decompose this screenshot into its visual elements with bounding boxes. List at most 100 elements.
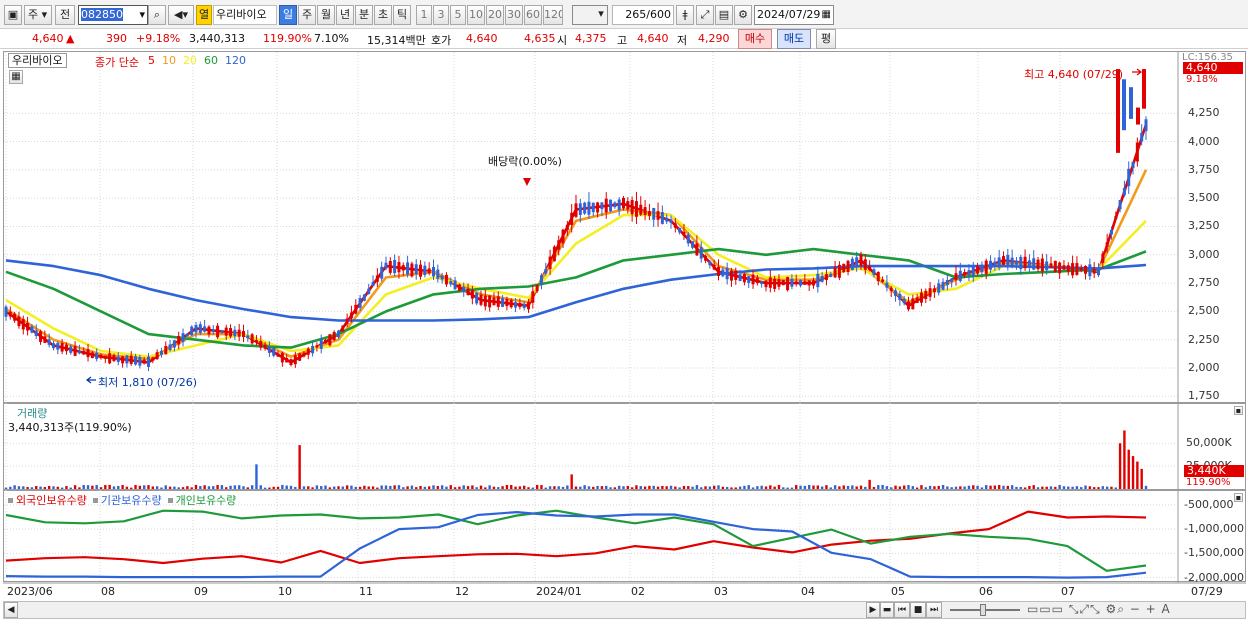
stock-name-tag[interactable]: 열	[196, 5, 212, 25]
period-button[interactable]: 초	[374, 5, 392, 25]
holdings-y-tick: -1,000,000	[1184, 522, 1244, 536]
draw-tool-icon[interactable]: ⤢	[696, 5, 714, 25]
code-value: 082850	[81, 8, 123, 21]
bid-value: 4,635	[524, 32, 556, 45]
x-tick-label: 03	[714, 585, 728, 598]
chevron-down-icon[interactable]: ▾	[139, 6, 145, 24]
x-tick-label: 07/29	[1191, 585, 1223, 598]
interval-button[interactable]: 120	[543, 5, 563, 25]
price-tag: 4,640	[1183, 62, 1243, 74]
pane-close-icon[interactable]: ▪	[1234, 493, 1243, 502]
turnover-value: 7.10%	[314, 32, 349, 45]
interval-button[interactable]: 60	[524, 5, 542, 25]
x-tick-label: 02	[631, 585, 645, 598]
x-tick-label: 12	[455, 585, 469, 598]
x-tick-label: 07	[1061, 585, 1075, 598]
last-page-icon[interactable]: ⏭	[926, 602, 942, 618]
price-pane-title[interactable]: 우리바이오	[8, 53, 67, 68]
holdings-y-tick: -1,500,000	[1184, 546, 1244, 560]
change-pct: +9.18%	[136, 32, 181, 45]
drawing-tools-icon[interactable]: ▭▭▭ ⤡⤢⤡ ⚙⌕ − + A	[1027, 602, 1171, 617]
ask-value: 4,640	[466, 32, 498, 45]
scroll-right-icon[interactable]: ▶	[866, 602, 880, 618]
ma-legend-item[interactable]: 5	[148, 54, 155, 67]
holdings-legend-item[interactable]: 개인보유수량	[176, 494, 237, 507]
ma-legend-item[interactable]: 60	[204, 54, 218, 67]
count-value: 265	[625, 8, 647, 21]
zoom-slider-thumb[interactable]	[980, 604, 986, 616]
save-icon[interactable]: ▤	[715, 5, 733, 25]
period-button[interactable]: 틱	[393, 5, 411, 25]
holdings-legend-item[interactable]: 외국인보유수량	[16, 494, 87, 507]
gear-icon[interactable]: ⚙	[734, 5, 752, 25]
market-select[interactable]: 주 ▾	[24, 5, 52, 25]
ma-legend-item[interactable]: 120	[225, 54, 246, 67]
volume-tag: 3,440K	[1184, 465, 1244, 477]
period-button[interactable]: 월	[317, 5, 335, 25]
volume-ratio-tag: 119.90%	[1186, 477, 1231, 488]
interval-button[interactable]: 10	[467, 5, 485, 25]
y-tick-label: 3,000	[1188, 247, 1220, 261]
pct-tag: 9.18%	[1186, 74, 1218, 85]
price-value: 4,640	[32, 32, 64, 45]
ma-legend-item[interactable]: 10	[162, 54, 176, 67]
stop-icon[interactable]: ■	[910, 602, 926, 618]
y-tick-label: 2,500	[1188, 304, 1220, 318]
period-button[interactable]: 년	[336, 5, 354, 25]
holdings-legend-item[interactable]: 기관보유수량	[101, 494, 162, 507]
date-input[interactable]: 2024/07/29 ▦	[754, 5, 834, 25]
window-menu-icon[interactable]: ▣	[4, 5, 22, 25]
period-button[interactable]: 일	[279, 5, 297, 25]
legend-marker	[92, 498, 98, 503]
table-icon[interactable]: ▦	[9, 70, 23, 84]
scroll-left-icon[interactable]: ◀	[4, 602, 18, 618]
period-button[interactable]: 분	[355, 5, 373, 25]
y-tick-label: 4,250	[1188, 106, 1220, 120]
high-annotation: 최고 4,640 (07/29)	[1024, 68, 1124, 81]
x-tick-label: 08	[101, 585, 115, 598]
holdings-y-tick: -2,000,000	[1184, 570, 1244, 584]
high-value: 4,640	[637, 32, 669, 45]
buy-button[interactable]: 매수	[738, 29, 772, 49]
ma-legend-item[interactable]: 20	[183, 54, 197, 67]
period-button[interactable]: 주	[298, 5, 316, 25]
y-tick-label: 2,000	[1188, 361, 1220, 375]
sell-button[interactable]: 매도	[777, 29, 811, 49]
scroll-track-icon[interactable]: ▬	[880, 602, 894, 618]
interval-button[interactable]: 1	[416, 5, 432, 25]
dividend-annotation: 배당락(0.00%)	[488, 155, 562, 168]
y-tick-label: 3,250	[1188, 219, 1220, 233]
x-tick-label: 2024/01	[536, 585, 582, 598]
price-pane	[3, 51, 1246, 403]
code-input[interactable]: 082850 ▾	[78, 5, 148, 25]
interval-button[interactable]: 20	[486, 5, 504, 25]
chevron-down-icon[interactable]: ▾	[594, 5, 608, 25]
up-arrow-icon: ▲	[66, 32, 75, 45]
stock-name: 우리바이오	[213, 5, 277, 25]
y-tick-label: 3,500	[1188, 191, 1220, 205]
interval-button[interactable]: 5	[450, 5, 466, 25]
prev-button[interactable]: 전	[55, 5, 75, 25]
holdings-y-tick: -500,000	[1184, 497, 1234, 511]
x-tick-label: 05	[891, 585, 905, 598]
x-tick-label: 2023/06	[7, 585, 53, 598]
low-label: 저	[677, 34, 688, 47]
first-page-icon[interactable]: ⏮	[894, 602, 910, 618]
speaker-icon[interactable]: ◀▾	[168, 5, 194, 25]
volume-value: 3,440,313	[189, 32, 245, 45]
count-field[interactable]: 265/600	[612, 5, 674, 25]
calendar-icon[interactable]: ▦	[822, 6, 831, 24]
count-total: /600	[646, 8, 671, 21]
y-tick-label: 2,750	[1188, 276, 1220, 290]
volume-ratio: 119.90%	[263, 32, 312, 45]
interval-button[interactable]: 3	[433, 5, 449, 25]
pane-close-icon[interactable]: ▪	[1234, 406, 1243, 415]
change-value: 390	[106, 32, 127, 45]
avg-button[interactable]: 평	[816, 29, 836, 49]
candle-type-icon[interactable]: ǂ	[676, 5, 694, 25]
x-tick-label: 09	[194, 585, 208, 598]
search-icon[interactable]: ⌕	[148, 5, 166, 25]
legend-marker	[8, 498, 13, 503]
amount-value: 15,314백만	[367, 34, 426, 47]
interval-button[interactable]: 30	[505, 5, 523, 25]
